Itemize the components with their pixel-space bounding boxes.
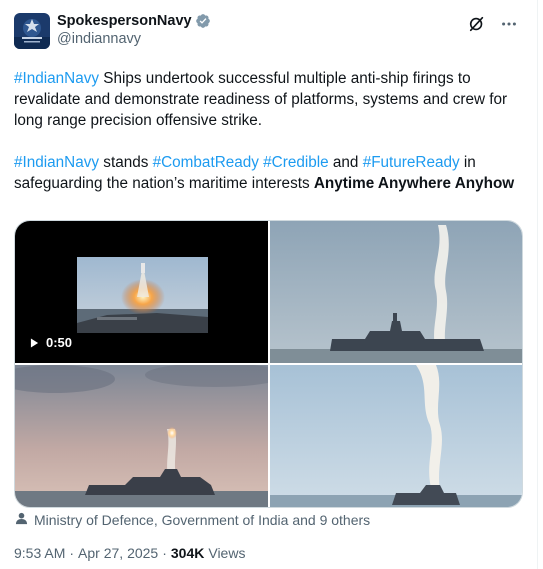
tweet-header: SpokespersonNavy @indiannavy	[14, 12, 529, 52]
play-icon[interactable]	[30, 338, 39, 348]
tweet-text-span: stands	[99, 154, 153, 171]
photo-3[interactable]	[15, 365, 268, 507]
tagged-users-text: Ministry of Defence, Government of India…	[34, 512, 371, 528]
duration-label: 0:50	[46, 335, 73, 350]
author-names: SpokespersonNavy @indiannavy	[57, 12, 211, 50]
media-grid: 0:50	[14, 220, 523, 508]
author-name-row[interactable]: SpokespersonNavy	[57, 12, 211, 30]
hashtag-link[interactable]: #IndianNavy	[14, 70, 99, 87]
tweet-text: #IndianNavy Ships undertook successful m…	[14, 68, 524, 194]
video-thumbnail	[77, 257, 208, 333]
photo-2[interactable]	[270, 221, 522, 363]
person-icon	[15, 512, 28, 528]
display-name[interactable]: SpokespersonNavy	[57, 12, 192, 30]
tweet-date[interactable]: Apr 27, 2025	[78, 545, 158, 561]
hashtag-link[interactable]: #CombatReady	[153, 154, 259, 171]
more-icon[interactable]	[499, 14, 519, 34]
navy-crest-logo	[14, 13, 50, 49]
meta-separator: ·	[69, 545, 75, 561]
views-label: Views	[208, 545, 246, 561]
verified-badge-icon[interactable]	[195, 13, 211, 29]
tweet-paragraph-2: #IndianNavy stands #CombatReady #Credibl…	[14, 152, 524, 194]
author-handle[interactable]: @indiannavy	[57, 30, 211, 50]
hashtag-link[interactable]: #IndianNavy	[14, 154, 99, 171]
tweet-meta: 9:53 AM · Apr 27, 2025 · 304K Views	[14, 545, 245, 561]
avatar[interactable]	[14, 13, 50, 49]
tweet-text-span: and	[328, 154, 363, 171]
header-actions	[467, 12, 529, 34]
tagged-users[interactable]: Ministry of Defence, Government of India…	[15, 512, 370, 528]
photo-4[interactable]	[270, 365, 522, 507]
video-duration: 0:50	[30, 335, 72, 350]
grok-icon[interactable]	[467, 14, 487, 34]
tweet-time[interactable]: 9:53 AM	[14, 545, 65, 561]
meta-separator: ·	[162, 545, 167, 561]
views-count[interactable]: 304K	[171, 545, 204, 561]
tweet: SpokespersonNavy @indiannavy #IndianNavy…	[0, 0, 543, 569]
hashtag-link[interactable]: #Credible	[263, 154, 328, 171]
tweet-paragraph-1: #IndianNavy Ships undertook successful m…	[14, 68, 524, 131]
hashtag-link[interactable]: #FutureReady	[363, 154, 460, 171]
video-player[interactable]: 0:50	[15, 221, 268, 363]
tweet-bold-text: Anytime Anywhere Anyhow	[313, 175, 515, 192]
